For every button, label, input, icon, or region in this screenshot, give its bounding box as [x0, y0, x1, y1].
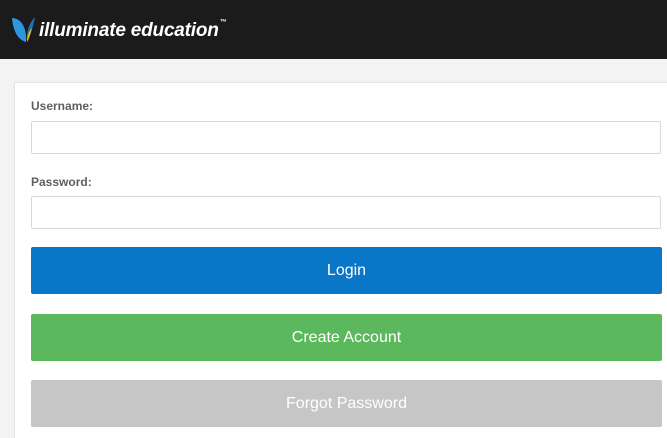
create-account-button[interactable]: Create Account [31, 314, 662, 361]
password-field[interactable] [31, 196, 661, 229]
forgot-password-button[interactable]: Forgot Password [31, 380, 662, 427]
login-button[interactable]: Login [31, 247, 662, 294]
butterfly-logo-icon [12, 17, 35, 42]
brand-name: illuminate education [39, 19, 219, 41]
trademark-symbol: ™ [219, 18, 227, 26]
username-label: Username: [31, 99, 94, 113]
login-panel: Username: Password: Login Create Account… [14, 82, 667, 438]
top-header-bar: illuminate education ™ [0, 0, 667, 59]
brand-logo[interactable]: illuminate education ™ [10, 15, 227, 45]
password-label: Password: [31, 175, 92, 189]
username-field[interactable] [31, 121, 661, 154]
